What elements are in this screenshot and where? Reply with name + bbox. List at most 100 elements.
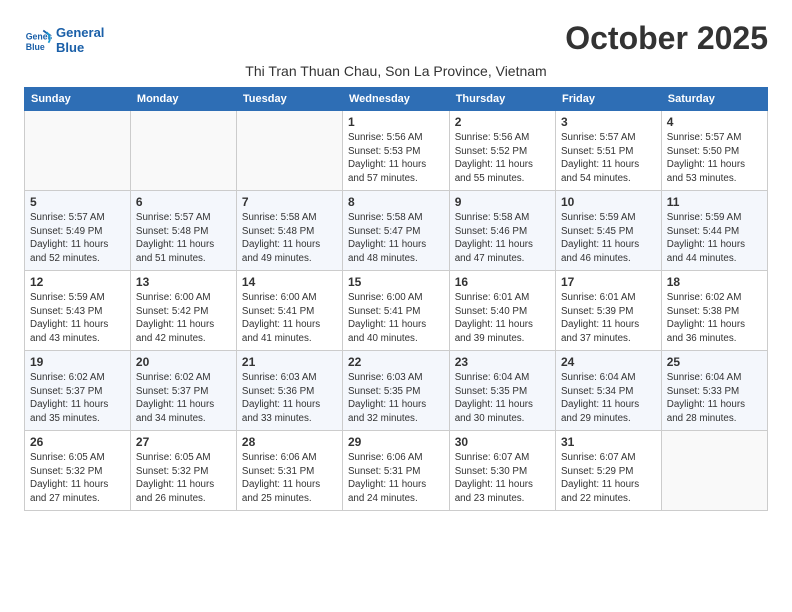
day-info: Sunrise: 5:57 AM Sunset: 5:48 PM Dayligh… bbox=[136, 211, 231, 266]
day-info: Sunrise: 6:02 AM Sunset: 5:37 PM Dayligh… bbox=[30, 371, 125, 426]
calendar-cell: 3 Sunrise: 5:57 AM Sunset: 5:51 PM Daylig… bbox=[555, 111, 661, 191]
day-info: Sunrise: 6:07 AM Sunset: 5:30 PM Dayligh… bbox=[455, 451, 550, 506]
calendar-cell: 15 Sunrise: 6:00 AM Sunset: 5:41 PM Dayli… bbox=[342, 271, 449, 351]
day-info: Sunrise: 5:58 AM Sunset: 5:48 PM Dayligh… bbox=[242, 211, 337, 266]
day-info: Sunrise: 5:59 AM Sunset: 5:44 PM Dayligh… bbox=[667, 211, 762, 266]
calendar-cell: 30 Sunrise: 6:07 AM Sunset: 5:30 PM Dayli… bbox=[449, 431, 555, 511]
month-title: October 2025 bbox=[565, 20, 768, 57]
logo-text-line1: General bbox=[56, 26, 104, 40]
calendar-cell: 10 Sunrise: 5:59 AM Sunset: 5:45 PM Dayli… bbox=[555, 191, 661, 271]
weekday-header-row: SundayMondayTuesdayWednesdayThursdayFrid… bbox=[25, 88, 768, 111]
calendar-cell: 17 Sunrise: 6:01 AM Sunset: 5:39 PM Dayli… bbox=[555, 271, 661, 351]
day-number: 29 bbox=[348, 435, 444, 449]
day-info: Sunrise: 6:04 AM Sunset: 5:35 PM Dayligh… bbox=[455, 371, 550, 426]
day-number: 12 bbox=[30, 275, 125, 289]
calendar-cell: 29 Sunrise: 6:06 AM Sunset: 5:31 PM Dayli… bbox=[342, 431, 449, 511]
calendar-cell: 27Sunrise: 6:05 AM Sunset: 5:32 PM Dayli… bbox=[130, 431, 236, 511]
calendar-cell: 31 Sunrise: 6:07 AM Sunset: 5:29 PM Dayli… bbox=[555, 431, 661, 511]
calendar-cell: 1 Sunrise: 5:56 AM Sunset: 5:53 PM Daylig… bbox=[342, 111, 449, 191]
calendar-cell: 6Sunrise: 5:57 AM Sunset: 5:48 PM Daylig… bbox=[130, 191, 236, 271]
day-info: Sunrise: 5:58 AM Sunset: 5:46 PM Dayligh… bbox=[455, 211, 550, 266]
weekday-header-cell: Wednesday bbox=[342, 88, 449, 111]
day-info: Sunrise: 5:58 AM Sunset: 5:47 PM Dayligh… bbox=[348, 211, 444, 266]
day-info: Sunrise: 6:06 AM Sunset: 5:31 PM Dayligh… bbox=[242, 451, 337, 506]
day-number: 13 bbox=[136, 275, 231, 289]
calendar-cell: 5 Sunrise: 5:57 AM Sunset: 5:49 PM Daylig… bbox=[25, 191, 131, 271]
day-number: 14 bbox=[242, 275, 337, 289]
day-number: 3 bbox=[561, 115, 656, 129]
calendar-week-row: 1 Sunrise: 5:56 AM Sunset: 5:53 PM Daylig… bbox=[25, 111, 768, 191]
day-number: 1 bbox=[348, 115, 444, 129]
day-info: Sunrise: 6:06 AM Sunset: 5:31 PM Dayligh… bbox=[348, 451, 444, 506]
day-number: 24 bbox=[561, 355, 656, 369]
day-info: Sunrise: 5:56 AM Sunset: 5:53 PM Dayligh… bbox=[348, 131, 444, 186]
day-number: 9 bbox=[455, 195, 550, 209]
day-info: Sunrise: 5:56 AM Sunset: 5:52 PM Dayligh… bbox=[455, 131, 550, 186]
logo: General Blue General Blue bbox=[24, 26, 104, 55]
calendar-cell: 7 Sunrise: 5:58 AM Sunset: 5:48 PM Daylig… bbox=[236, 191, 342, 271]
day-number: 5 bbox=[30, 195, 125, 209]
day-info: Sunrise: 6:04 AM Sunset: 5:33 PM Dayligh… bbox=[667, 371, 762, 426]
day-info: Sunrise: 6:07 AM Sunset: 5:29 PM Dayligh… bbox=[561, 451, 656, 506]
day-info: Sunrise: 6:00 AM Sunset: 5:42 PM Dayligh… bbox=[136, 291, 231, 346]
day-info: Sunrise: 6:01 AM Sunset: 5:39 PM Dayligh… bbox=[561, 291, 656, 346]
day-number: 10 bbox=[561, 195, 656, 209]
day-number: 19 bbox=[30, 355, 125, 369]
calendar-cell: 14Sunrise: 6:00 AM Sunset: 5:41 PM Dayli… bbox=[236, 271, 342, 351]
calendar-cell: 8 Sunrise: 5:58 AM Sunset: 5:47 PM Daylig… bbox=[342, 191, 449, 271]
calendar-week-row: 12 Sunrise: 5:59 AM Sunset: 5:43 PM Dayli… bbox=[25, 271, 768, 351]
calendar-cell: 20 Sunrise: 6:02 AM Sunset: 5:37 PM Dayli… bbox=[130, 351, 236, 431]
calendar-cell bbox=[236, 111, 342, 191]
day-number: 11 bbox=[667, 195, 762, 209]
day-number: 21 bbox=[242, 355, 337, 369]
calendar-cell: 24 Sunrise: 6:04 AM Sunset: 5:34 PM Dayli… bbox=[555, 351, 661, 431]
calendar-cell: 23 Sunrise: 6:04 AM Sunset: 5:35 PM Dayli… bbox=[449, 351, 555, 431]
calendar-cell: 26Sunrise: 6:05 AM Sunset: 5:32 PM Dayli… bbox=[25, 431, 131, 511]
day-number: 17 bbox=[561, 275, 656, 289]
calendar-cell: 18 Sunrise: 6:02 AM Sunset: 5:38 PM Dayli… bbox=[661, 271, 767, 351]
day-info: Sunrise: 6:04 AM Sunset: 5:34 PM Dayligh… bbox=[561, 371, 656, 426]
day-number: 23 bbox=[455, 355, 550, 369]
day-number: 20 bbox=[136, 355, 231, 369]
day-info: Sunrise: 6:02 AM Sunset: 5:38 PM Dayligh… bbox=[667, 291, 762, 346]
day-number: 7 bbox=[242, 195, 337, 209]
day-info: Sunrise: 6:00 AM Sunset: 5:41 PM Dayligh… bbox=[348, 291, 444, 346]
day-info: Sunrise: 5:57 AM Sunset: 5:51 PM Dayligh… bbox=[561, 131, 656, 186]
calendar-week-row: 19 Sunrise: 6:02 AM Sunset: 5:37 PM Dayli… bbox=[25, 351, 768, 431]
calendar-cell: 28Sunrise: 6:06 AM Sunset: 5:31 PM Dayli… bbox=[236, 431, 342, 511]
day-info: Sunrise: 6:03 AM Sunset: 5:36 PM Dayligh… bbox=[242, 371, 337, 426]
day-info: Sunrise: 6:02 AM Sunset: 5:37 PM Dayligh… bbox=[136, 371, 231, 426]
calendar-cell: 25 Sunrise: 6:04 AM Sunset: 5:33 PM Dayli… bbox=[661, 351, 767, 431]
day-number: 22 bbox=[348, 355, 444, 369]
day-info: Sunrise: 5:57 AM Sunset: 5:49 PM Dayligh… bbox=[30, 211, 125, 266]
day-info: Sunrise: 5:59 AM Sunset: 5:43 PM Dayligh… bbox=[30, 291, 125, 346]
weekday-header-cell: Friday bbox=[555, 88, 661, 111]
day-info: Sunrise: 6:01 AM Sunset: 5:40 PM Dayligh… bbox=[455, 291, 550, 346]
calendar-cell: 13 Sunrise: 6:00 AM Sunset: 5:42 PM Dayli… bbox=[130, 271, 236, 351]
day-number: 18 bbox=[667, 275, 762, 289]
day-number: 25 bbox=[667, 355, 762, 369]
calendar-week-row: 26Sunrise: 6:05 AM Sunset: 5:32 PM Dayli… bbox=[25, 431, 768, 511]
day-number: 8 bbox=[348, 195, 444, 209]
calendar-cell: 21 Sunrise: 6:03 AM Sunset: 5:36 PM Dayli… bbox=[236, 351, 342, 431]
day-info: Sunrise: 6:05 AM Sunset: 5:32 PM Dayligh… bbox=[30, 451, 125, 506]
day-number: 30 bbox=[455, 435, 550, 449]
weekday-header-cell: Monday bbox=[130, 88, 236, 111]
calendar-cell: 16Sunrise: 6:01 AM Sunset: 5:40 PM Dayli… bbox=[449, 271, 555, 351]
day-info: Sunrise: 6:05 AM Sunset: 5:32 PM Dayligh… bbox=[136, 451, 231, 506]
day-info: Sunrise: 6:03 AM Sunset: 5:35 PM Dayligh… bbox=[348, 371, 444, 426]
day-number: 2 bbox=[455, 115, 550, 129]
day-number: 31 bbox=[561, 435, 656, 449]
calendar-cell bbox=[661, 431, 767, 511]
calendar-week-row: 5 Sunrise: 5:57 AM Sunset: 5:49 PM Daylig… bbox=[25, 191, 768, 271]
day-number: 15 bbox=[348, 275, 444, 289]
calendar-table: SundayMondayTuesdayWednesdayThursdayFrid… bbox=[24, 87, 768, 511]
calendar-subtitle: Thi Tran Thuan Chau, Son La Province, Vi… bbox=[24, 63, 768, 79]
day-info: Sunrise: 5:59 AM Sunset: 5:45 PM Dayligh… bbox=[561, 211, 656, 266]
svg-text:Blue: Blue bbox=[26, 41, 45, 51]
calendar-cell: 11 Sunrise: 5:59 AM Sunset: 5:44 PM Dayli… bbox=[661, 191, 767, 271]
weekday-header-cell: Saturday bbox=[661, 88, 767, 111]
calendar-cell: 19 Sunrise: 6:02 AM Sunset: 5:37 PM Dayli… bbox=[25, 351, 131, 431]
calendar-body: 1 Sunrise: 5:56 AM Sunset: 5:53 PM Daylig… bbox=[25, 111, 768, 511]
calendar-cell: 22 Sunrise: 6:03 AM Sunset: 5:35 PM Dayli… bbox=[342, 351, 449, 431]
